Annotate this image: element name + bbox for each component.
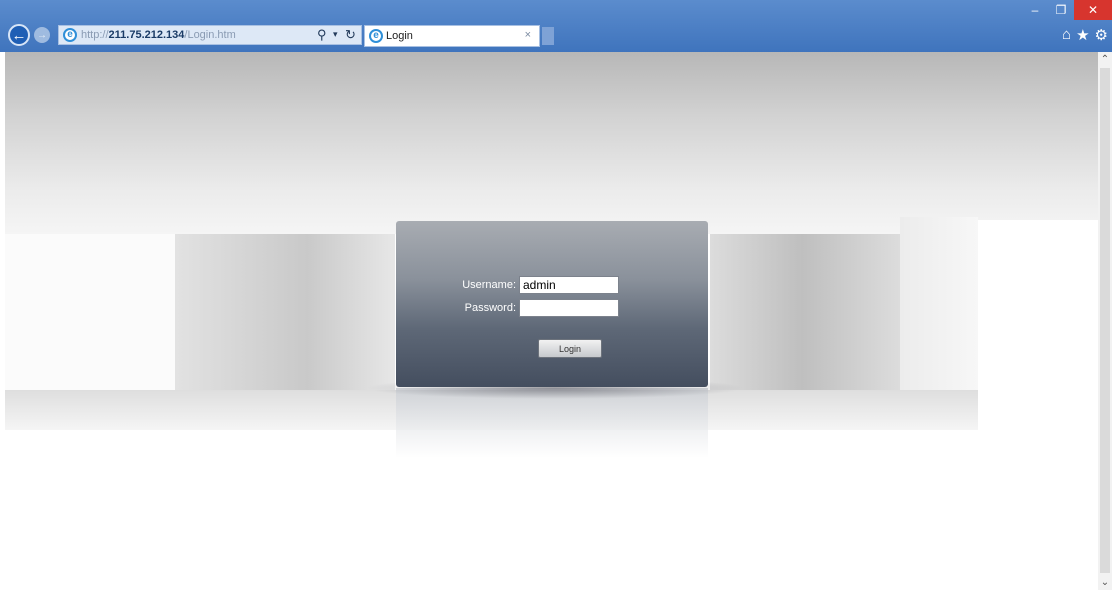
restore-button[interactable]: ❐: [1048, 0, 1074, 20]
page-viewport: Username: Password: Login: [0, 52, 1098, 590]
window-controls: – ❐ ✕: [1022, 0, 1112, 22]
home-icon[interactable]: ⌂: [1062, 26, 1071, 44]
url-path: /Login.htm: [184, 29, 236, 41]
ie-tab-icon: e: [369, 29, 383, 43]
password-field[interactable]: [519, 299, 619, 317]
search-icon[interactable]: ⚲: [317, 27, 327, 43]
username-label: Username:: [462, 279, 516, 291]
ie-page-icon: e: [63, 28, 77, 42]
chevron-down-icon[interactable]: ▾: [333, 29, 338, 40]
scroll-down-icon[interactable]: ⌄: [1098, 577, 1112, 588]
toolbar-right-icons: ⌂ ★ ⚙: [1062, 26, 1108, 44]
login-panel: Username: Password: Login: [396, 221, 708, 387]
url-host: 211.75.212.134: [108, 29, 185, 41]
background-wall-right-end: [978, 220, 1098, 450]
new-tab-button[interactable]: [542, 27, 554, 45]
star-icon[interactable]: ★: [1076, 26, 1089, 44]
password-label: Password:: [464, 302, 516, 314]
tab-login[interactable]: e Login ×: [364, 25, 540, 47]
background-corridor-left: [175, 234, 395, 390]
url-scheme: http://: [81, 29, 109, 41]
login-button[interactable]: Login: [538, 339, 602, 358]
background-wall-right: [900, 217, 978, 390]
close-window-button[interactable]: ✕: [1074, 0, 1112, 20]
username-field[interactable]: [519, 276, 619, 294]
back-arrow-icon[interactable]: ←: [8, 24, 30, 46]
browser-titlebar: – ❐ ✕ ← → e http://211.75.212.134/Login.…: [0, 0, 1112, 52]
scroll-thumb[interactable]: [1100, 68, 1110, 573]
refresh-icon[interactable]: ↻: [345, 27, 356, 43]
browser-toolbar: ← → e http://211.75.212.134/Login.htm ⚲ …: [0, 22, 1112, 52]
background-ceiling: [5, 52, 1098, 234]
forward-arrow-icon[interactable]: →: [34, 27, 50, 43]
gear-icon[interactable]: ⚙: [1095, 26, 1108, 44]
tab-title: Login: [386, 30, 413, 42]
minimize-button[interactable]: –: [1022, 0, 1048, 20]
browser-window: – ❐ ✕ ← → e http://211.75.212.134/Login.…: [0, 0, 1112, 590]
scroll-up-icon[interactable]: ⌃: [1098, 54, 1112, 65]
vertical-scrollbar[interactable]: ⌃ ⌄: [1098, 52, 1112, 590]
close-tab-icon[interactable]: ×: [525, 29, 531, 41]
url-text[interactable]: http://211.75.212.134/Login.htm: [81, 29, 236, 41]
address-bar[interactable]: e http://211.75.212.134/Login.htm ⚲ ▾ ↻: [58, 25, 362, 45]
